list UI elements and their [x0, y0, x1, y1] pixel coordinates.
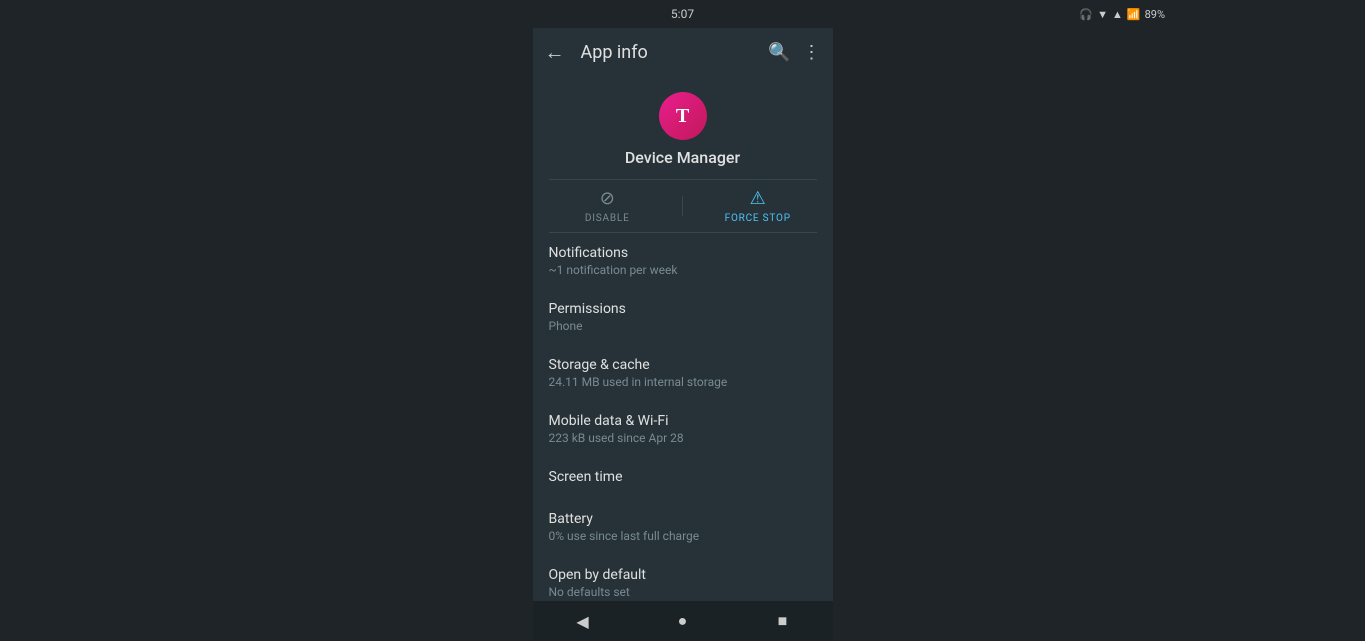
permissions-subtitle: Phone [549, 319, 817, 333]
open-default-subtitle: No defaults set [549, 585, 817, 599]
search-icon[interactable]: 🔍 [768, 42, 790, 63]
disable-label: DISABLE [585, 213, 630, 224]
battery-icon: 89% [1145, 8, 1165, 21]
app-name: Device Manager [625, 148, 740, 167]
settings-item-battery[interactable]: Battery 0% use since last full charge [533, 499, 833, 555]
settings-item-storage[interactable]: Storage & cache 24.11 MB used in interna… [533, 345, 833, 401]
settings-list: Notifications ~1 notification per week P… [533, 233, 833, 601]
force-stop-button[interactable]: ⚠ FORCE STOP [683, 188, 833, 224]
settings-item-mobile-data[interactable]: Mobile data & Wi-Fi 223 kB used since Ap… [533, 401, 833, 457]
status-bar: 5:07 🎧 ▼ ▲ 📶 89% [0, 0, 1365, 28]
notifications-subtitle: ~1 notification per week [549, 263, 817, 277]
screen-time-title: Screen time [549, 469, 817, 485]
settings-item-open-default[interactable]: Open by default No defaults set [533, 555, 833, 601]
settings-item-notifications[interactable]: Notifications ~1 notification per week [533, 233, 833, 289]
more-icon[interactable]: ⋮ [803, 42, 821, 63]
top-bar: ← App info 🔍 ⋮ [533, 28, 833, 76]
wifi-icon: ▼ [1097, 8, 1108, 21]
nav-back-button[interactable]: ◀ [563, 601, 603, 641]
top-bar-actions: 🔍 ⋮ [768, 42, 820, 63]
action-row: ⊘ DISABLE ⚠ FORCE STOP [533, 180, 833, 232]
force-stop-icon: ⚠ [750, 188, 766, 209]
bottom-nav: ◀ ● ■ [533, 601, 833, 641]
storage-title: Storage & cache [549, 357, 817, 373]
status-time: 5:07 [671, 7, 694, 21]
mobile-data-title: Mobile data & Wi-Fi [549, 413, 817, 429]
status-icons: 🎧 ▼ ▲ 📶 89% [1079, 8, 1165, 21]
battery-subtitle: 0% use since last full charge [549, 529, 817, 543]
settings-item-screen-time[interactable]: Screen time [533, 457, 833, 499]
mobile-data-subtitle: 223 kB used since Apr 28 [549, 431, 817, 445]
notifications-title: Notifications [549, 245, 817, 261]
headphone-icon: 🎧 [1079, 8, 1093, 21]
settings-item-permissions[interactable]: Permissions Phone [533, 289, 833, 345]
app-info-panel: ← App info 🔍 ⋮ T Device Manager ⊘ DISABL… [533, 28, 833, 641]
open-default-title: Open by default [549, 567, 817, 583]
signal-icon: ▲ [1112, 8, 1123, 21]
app-icon-letter: T [676, 105, 689, 128]
storage-subtitle: 24.11 MB used in internal storage [549, 375, 817, 389]
signal2-icon: 📶 [1127, 8, 1141, 21]
app-icon-area: T Device Manager [533, 76, 833, 179]
nav-home-button[interactable]: ● [663, 601, 703, 641]
disable-button[interactable]: ⊘ DISABLE [533, 188, 683, 224]
force-stop-label: FORCE STOP [725, 213, 791, 224]
nav-recents-button[interactable]: ■ [763, 601, 803, 641]
permissions-title: Permissions [549, 301, 817, 317]
disable-icon: ⊘ [600, 188, 615, 209]
page-title: App info [581, 42, 769, 63]
battery-title: Battery [549, 511, 817, 527]
app-icon: T [659, 92, 707, 140]
main-wrapper: ← App info 🔍 ⋮ T Device Manager ⊘ DISABL… [0, 28, 1365, 641]
back-button[interactable]: ← [545, 40, 565, 65]
